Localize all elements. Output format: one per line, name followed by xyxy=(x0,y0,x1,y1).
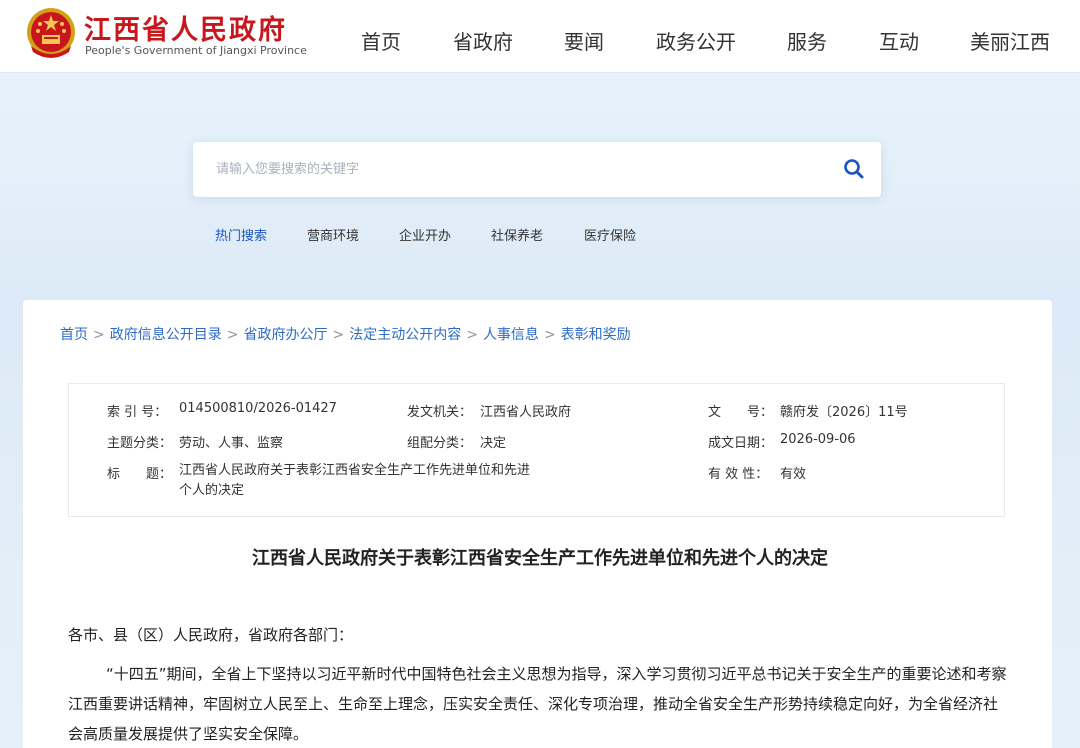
meta-docno-label: 文 号： xyxy=(708,405,774,420)
nav-news[interactable]: 要闻 xyxy=(564,26,604,55)
breadcrumb-separator: > xyxy=(466,327,478,343)
breadcrumb-separator: > xyxy=(226,327,239,343)
breadcrumb-separator: > xyxy=(93,327,105,343)
meta-date-value: 2026-09-06 xyxy=(780,432,856,447)
breadcrumb-link[interactable]: 政府信息公开目录 xyxy=(110,327,222,343)
search-icon[interactable] xyxy=(841,156,867,182)
breadcrumb-separator: > xyxy=(332,327,345,343)
breadcrumb-link[interactable]: 人事信息 xyxy=(483,327,539,343)
hot-search-item[interactable]: 医疗保险 xyxy=(584,225,636,244)
breadcrumb-current: 表彰和奖励 xyxy=(560,327,631,343)
hot-search-item[interactable]: 企业开办 xyxy=(399,225,451,244)
meta-topic-value: 劳动、人事、监察 xyxy=(179,436,284,451)
meta-index-value: 014500810/2026-01427 xyxy=(179,401,337,416)
document-title: 江西省人民政府关于表彰江西省安全生产工作先进单位和先进个人的决定 xyxy=(252,548,828,569)
site-logo-title[interactable]: 江西省人民政府 xyxy=(84,8,287,47)
breadcrumb: 首页 > 政府信息公开目录 > 省政府办公厅 > 法定主动公开内容 > 人事信息 > 表彰和奖励 xyxy=(60,324,631,344)
site-logo-subtitle: People's Government of Jiangxi Province xyxy=(85,44,307,57)
meta-docno-value: 赣府发〔2026〕11号 xyxy=(780,405,908,420)
hot-search-label: 热门搜索 xyxy=(215,229,268,244)
meta-topic-label: 主题分类： xyxy=(107,436,173,451)
site-header: 江西省人民政府 People's Government of Jiangxi P… xyxy=(0,0,1080,73)
nav-services[interactable]: 服务 xyxy=(787,26,827,55)
search-input[interactable] xyxy=(193,142,823,197)
meta-validity-value: 有效 xyxy=(780,467,807,482)
search-bar xyxy=(193,142,881,197)
meta-title-value: 江西省人民政府关于表彰江西省安全生产工作先进单位和先进个人的决定 xyxy=(179,463,531,498)
meta-index-label: 索 引 号： xyxy=(107,405,168,420)
meta-issuer-value: 江西省人民政府 xyxy=(480,405,572,420)
meta-genre-label: 组配分类： xyxy=(407,436,473,451)
breadcrumb-link[interactable]: 首页 xyxy=(60,327,88,343)
national-emblem-icon[interactable] xyxy=(25,6,77,62)
nav-provincial-gov[interactable]: 省政府 xyxy=(453,26,513,55)
meta-title-label: 标 题： xyxy=(107,467,173,482)
nav-gov-affairs[interactable]: 政务公开 xyxy=(656,26,736,55)
nav-home[interactable]: 首页 xyxy=(361,26,401,55)
hot-search-item[interactable]: 营商环境 xyxy=(307,225,359,244)
meta-genre-value: 决定 xyxy=(480,436,507,451)
document-salutation: 各市、县（区）人民政府，省政府各部门： xyxy=(68,626,354,644)
hot-search-item[interactable]: 社保养老 xyxy=(491,225,543,244)
nav-interaction[interactable]: 互动 xyxy=(879,26,919,55)
document-paragraph: “十四五”期间，全省上下坚持以习近平新时代中国特色社会主义思想为指导，深入学习贯… xyxy=(68,665,1007,743)
breadcrumb-link[interactable]: 法定主动公开内容 xyxy=(349,327,461,343)
breadcrumb-separator: > xyxy=(543,327,556,343)
meta-date-label: 成文日期： xyxy=(708,436,774,451)
nav-beautiful-jiangxi[interactable]: 美丽江西 xyxy=(970,26,1050,55)
breadcrumb-link[interactable]: 省政府办公厅 xyxy=(243,327,327,343)
meta-validity-label: 有 效 性： xyxy=(708,467,769,482)
meta-issuer-label: 发文机关： xyxy=(407,405,473,420)
